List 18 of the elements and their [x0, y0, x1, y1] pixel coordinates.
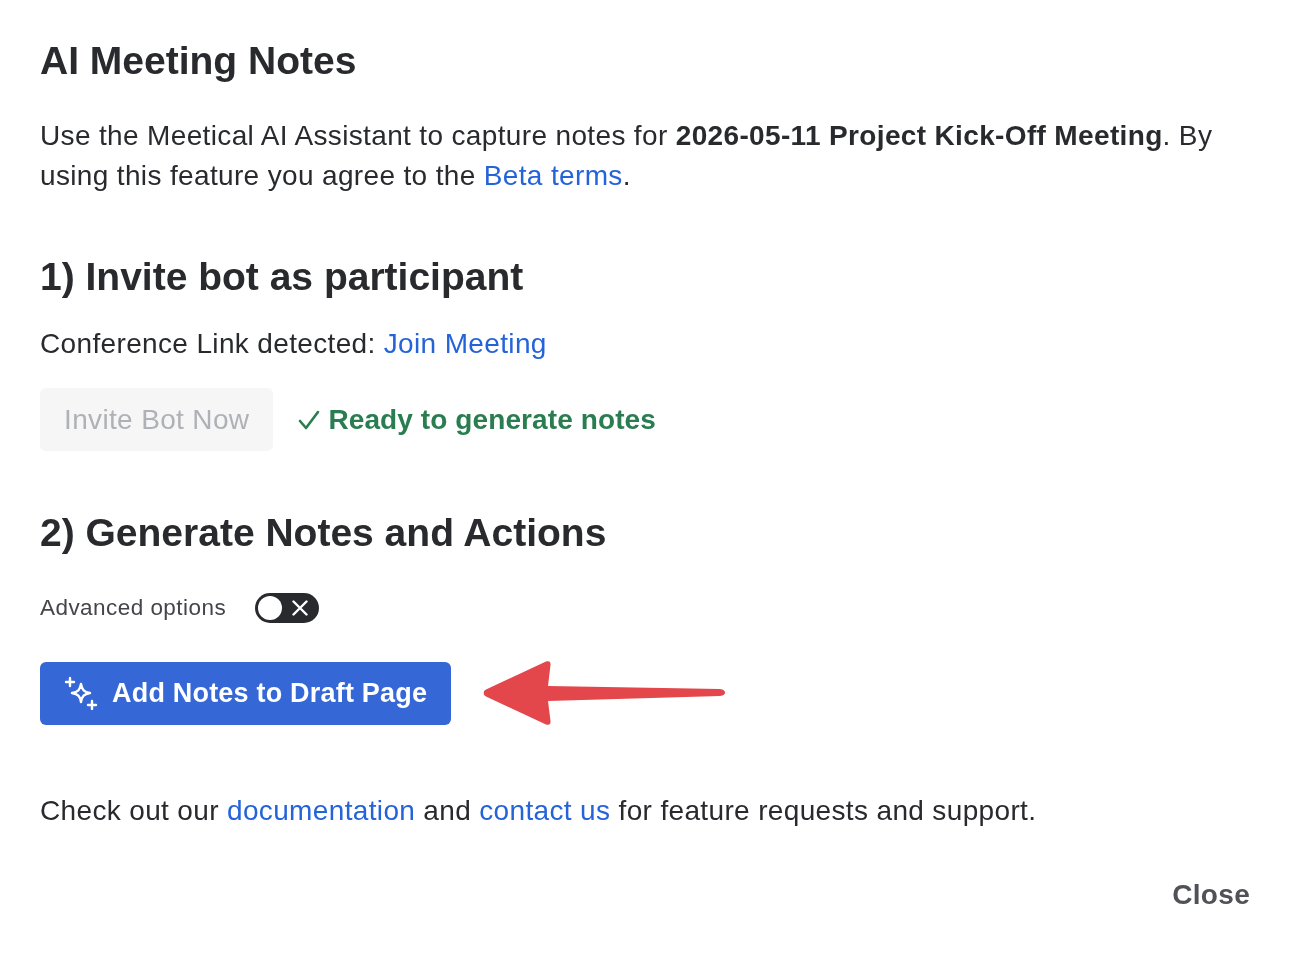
footer-text: Check out our documentation and contact us for feature requests and support.	[40, 794, 1038, 828]
cross-icon	[292, 600, 309, 616]
toggle-switch[interactable]	[255, 593, 320, 623]
link[interactable]: Beta terms	[483, 160, 623, 191]
conference-text: Conference Link detected: Join Meeting	[40, 327, 548, 361]
link[interactable]: documentation	[227, 795, 416, 826]
section-heading: 2) Generate Notes and Actions	[40, 510, 608, 556]
status-text: Ready to generate notes	[328, 403, 656, 436]
link[interactable]: contact us	[479, 795, 611, 826]
section-heading: 1) Invite bot as participant	[40, 254, 525, 300]
option-label: Advanced options	[40, 595, 227, 621]
intro-text: Use the Meetical AI Assistant to capture notes for 2026-05-11 Project Kick-Off Meeting. By using this feature you agree to the Beta terms.	[40, 119, 1214, 193]
add-notes-button[interactable]: Add Notes to Draft Page	[40, 661, 452, 725]
dialog-title: AI Meeting Notes	[40, 38, 358, 84]
close-button[interactable]: Close	[1162, 873, 1260, 917]
link[interactable]: Join Meeting	[383, 328, 547, 359]
check-icon	[298, 409, 321, 430]
sparkle-icon	[64, 676, 98, 710]
